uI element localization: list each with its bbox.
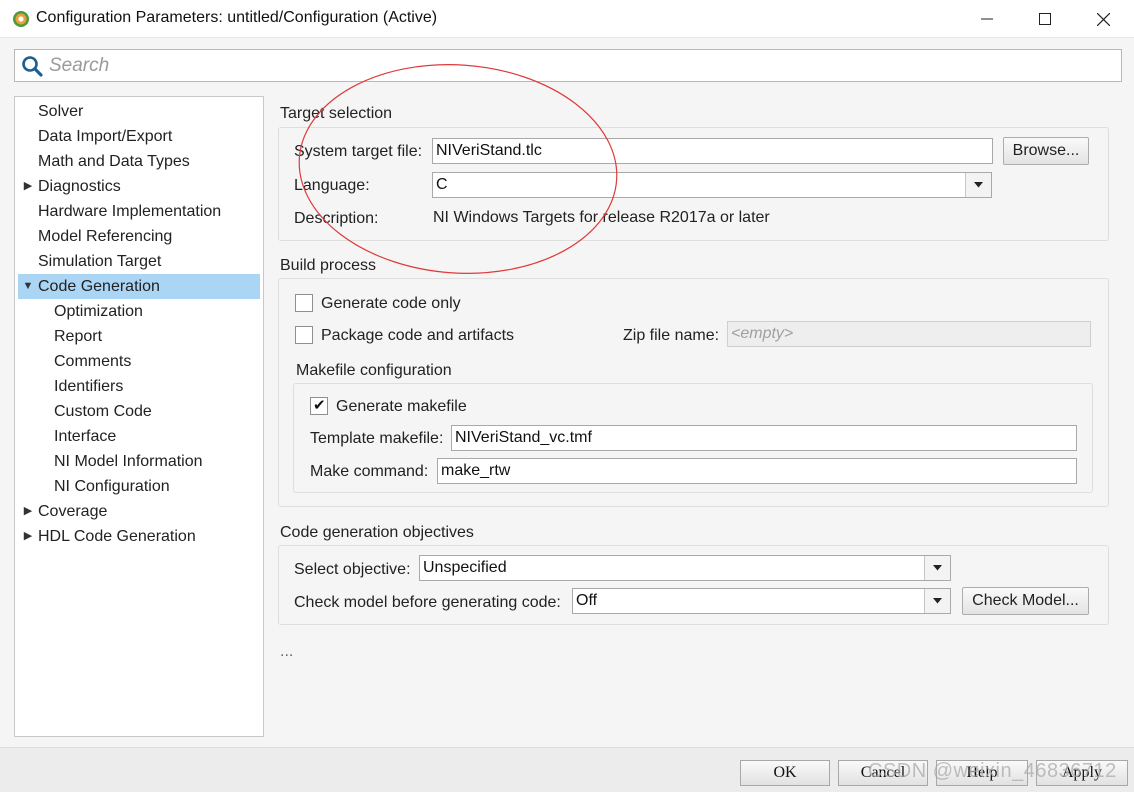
check-model-dropdown[interactable]: Off (572, 588, 951, 614)
template-makefile-label: Template makefile: (310, 430, 444, 447)
close-icon (1096, 12, 1110, 26)
tree-item-coverage[interactable]: Coverage (38, 499, 107, 524)
search-input[interactable] (49, 52, 1109, 79)
tree-item-ni-configuration[interactable]: NI Configuration (54, 474, 170, 499)
more-options-ellipsis[interactable]: ... (280, 642, 293, 662)
expand-arrow-icon[interactable]: ▶ (22, 174, 34, 199)
tree-item-optimization[interactable]: Optimization (54, 299, 143, 324)
tree-item-ni-model-information[interactable]: NI Model Information (54, 449, 203, 474)
generate-code-only-checkbox[interactable] (295, 294, 313, 312)
system-target-file-label: System target file: (294, 143, 423, 160)
maximize-button[interactable] (1016, 0, 1074, 38)
tree-item-simulation-target[interactable]: Simulation Target (38, 249, 161, 274)
tree-item-hardware-implementation[interactable]: Hardware Implementation (38, 199, 221, 224)
make-command-field[interactable]: make_rtw (437, 458, 1077, 484)
expand-arrow-icon[interactable]: ▶ (22, 524, 34, 549)
csdn-watermark: CSDN @weixin_46836712 (868, 760, 1117, 782)
select-objective-dropdown[interactable]: Unspecified (419, 555, 951, 581)
package-code-label: Package code and artifacts (321, 327, 515, 344)
dropdown-arrow-button[interactable] (965, 173, 991, 197)
target-selection-title: Target selection (280, 105, 393, 122)
description-value: NI Windows Targets for release R2017a or… (433, 209, 770, 226)
tree-item-diagnostics[interactable]: Diagnostics (38, 174, 121, 199)
build-process-title: Build process (280, 257, 377, 274)
tree-item-interface[interactable]: Interface (54, 424, 116, 449)
minimize-button[interactable] (958, 0, 1016, 38)
minimize-icon (981, 18, 993, 20)
tree-item-code-generation[interactable]: Code Generation (18, 274, 260, 299)
generate-makefile-checkbox[interactable]: ✔ (310, 397, 328, 415)
tree-item-report[interactable]: Report (54, 324, 102, 349)
check-model-label: Check model before generating code: (294, 594, 561, 611)
dropdown-arrow-button[interactable] (924, 556, 950, 580)
makefile-configuration-title: Makefile configuration (296, 362, 452, 379)
description-label: Description: (294, 210, 379, 227)
tree-item-custom-code[interactable]: Custom Code (54, 399, 152, 424)
category-tree: Solver Data Import/Export Math and Data … (14, 96, 264, 737)
language-dropdown[interactable]: C (432, 172, 992, 198)
tree-item-data-import-export[interactable]: Data Import/Export (38, 124, 172, 149)
chevron-down-icon (933, 565, 942, 571)
select-objective-label: Select objective: (294, 561, 411, 578)
close-button[interactable] (1074, 0, 1132, 38)
template-makefile-field[interactable]: NIVeriStand_vc.tmf (451, 425, 1077, 451)
language-label: Language: (294, 177, 370, 194)
tree-item-model-referencing[interactable]: Model Referencing (38, 224, 172, 249)
search-box (14, 49, 1122, 82)
ok-button[interactable]: OK (740, 760, 830, 786)
maximize-icon (1039, 13, 1051, 25)
language-value: C (436, 176, 448, 193)
browse-button[interactable]: Browse... (1003, 137, 1089, 165)
code-generation-objectives-title: Code generation objectives (280, 524, 474, 541)
expand-arrow-icon[interactable]: ▶ (22, 499, 34, 524)
tree-item-hdl-code-generation[interactable]: HDL Code Generation (38, 524, 196, 549)
select-objective-value: Unspecified (423, 559, 507, 576)
check-model-button[interactable]: Check Model... (962, 587, 1089, 615)
gear-cog-icon (13, 11, 29, 27)
checkmark-icon: ✔ (313, 397, 326, 414)
title-bar: Configuration Parameters: untitled/Confi… (0, 0, 1134, 38)
search-icon (22, 56, 43, 77)
dropdown-arrow-button[interactable] (924, 589, 950, 613)
generate-makefile-label: Generate makefile (336, 398, 467, 415)
chevron-down-icon (974, 182, 983, 188)
zip-file-name-field[interactable]: <empty> (727, 321, 1091, 347)
zip-file-name-label: Zip file name: (623, 327, 720, 344)
generate-code-only-label: Generate code only (321, 295, 461, 312)
tree-item-identifiers[interactable]: Identifiers (54, 374, 123, 399)
window-title: Configuration Parameters: untitled/Confi… (36, 9, 438, 26)
package-code-checkbox[interactable] (295, 326, 313, 344)
check-model-value: Off (576, 592, 598, 609)
tree-item-math-and-data-types[interactable]: Math and Data Types (38, 149, 190, 174)
make-command-label: Make command: (310, 463, 429, 480)
tree-item-solver[interactable]: Solver (38, 99, 83, 124)
chevron-down-icon (933, 598, 942, 604)
tree-item-comments[interactable]: Comments (54, 349, 131, 374)
collapse-arrow-icon[interactable]: ▼ (22, 274, 34, 299)
system-target-file-field[interactable]: NIVeriStand.tlc (432, 138, 993, 164)
